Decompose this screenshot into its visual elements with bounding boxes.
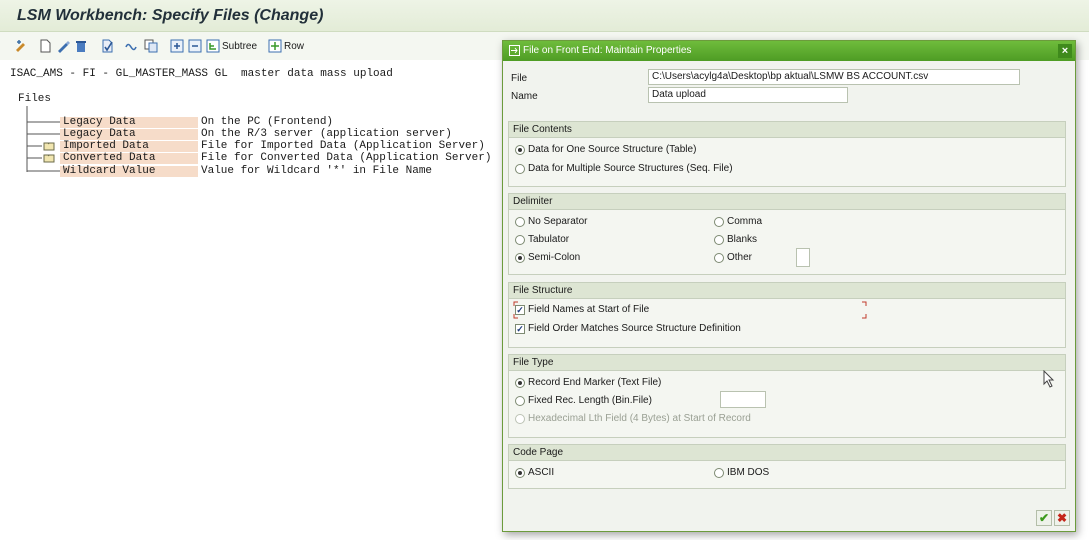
copy-icon[interactable]: [144, 38, 158, 54]
radio-label: Hexadecimal Lth Field (4 Bytes) at Start…: [528, 413, 751, 424]
mouse-pointer-icon: [1043, 370, 1055, 388]
link-icon[interactable]: [124, 38, 138, 54]
radio-other[interactable]: Other: [714, 252, 752, 263]
radio-ibm-dos[interactable]: IBM DOS: [714, 467, 769, 478]
window-titlebar: LSM Workbench: Specify Files (Change): [0, 0, 1089, 32]
dialog-header: File on Front End: Maintain Properties ×: [503, 41, 1075, 61]
other-delimiter-input[interactable]: [796, 248, 810, 267]
radio-empty-icon: [515, 234, 525, 245]
file-type-group: File Type Record End Marker (Text File) …: [508, 354, 1066, 438]
dialog-title: File on Front End: Maintain Properties: [523, 45, 692, 56]
tree-node-description: File for Imported Data (Application Serv…: [201, 140, 485, 152]
radio-selected-icon: [515, 467, 525, 478]
radio-one-source-structure[interactable]: Data for One Source Structure (Table): [515, 144, 696, 155]
files-root-label[interactable]: Files: [18, 93, 51, 105]
file-label: File: [511, 73, 528, 84]
collapse-icon[interactable]: [188, 38, 202, 54]
radio-label: Other: [727, 252, 753, 263]
radio-label: ASCII: [528, 467, 555, 478]
radio-label: Fixed Rec. Length (Bin.File): [528, 395, 652, 406]
confirm-button[interactable]: ✔: [1036, 510, 1052, 526]
tree-node-description: Value for Wildcard '*' in File Name: [201, 165, 433, 177]
project-line: ISAC_AMS - FI - GL_MASTER_MASS GL master…: [10, 68, 393, 80]
radio-label: Tabulator: [528, 234, 570, 245]
file-contents-group: File Contents Data for One Source Struct…: [508, 121, 1066, 187]
checkbox-field-order-matches[interactable]: ✓ Field Order Matches Source Structure D…: [515, 323, 741, 334]
radio-empty-icon: [515, 163, 525, 174]
delimiter-group: Delimiter No Separator Tabulator Semi-Co…: [508, 193, 1066, 275]
window-icon: [509, 45, 520, 56]
radio-selected-icon: [515, 252, 525, 263]
tree-node-label[interactable]: Converted Data: [60, 153, 198, 164]
subtree-icon: [206, 39, 220, 53]
name-field[interactable]: Data upload: [648, 87, 848, 103]
tree-node-description: File for Converted Data (Application Ser…: [201, 152, 492, 164]
subtree-label: Subtree: [222, 40, 258, 52]
tree-node-label[interactable]: Legacy Data: [60, 117, 198, 128]
radio-empty-icon: [714, 216, 724, 227]
radio-empty-icon: [714, 234, 724, 245]
file-properties-dialog: File on Front End: Maintain Properties ×…: [502, 40, 1076, 532]
radio-disabled-icon: [515, 413, 525, 424]
radio-label: Blanks: [727, 234, 758, 245]
delimiter-header: Delimiter: [509, 194, 1065, 210]
radio-label: Data for Multiple Source Structures (Seq…: [528, 163, 733, 174]
delete-icon[interactable]: [74, 38, 88, 54]
file-type-header: File Type: [509, 355, 1065, 371]
tree-node-description: On the R/3 server (application server): [201, 128, 452, 140]
name-label: Name: [511, 91, 538, 102]
display-change-icon[interactable]: [14, 38, 28, 54]
radio-selected-icon: [515, 144, 525, 155]
radio-label: Record End Marker (Text File): [528, 377, 662, 388]
code-page-header: Code Page: [509, 445, 1065, 461]
radio-semi-colon[interactable]: Semi-Colon: [515, 252, 580, 263]
file-path-field[interactable]: C:\Users\acylg4a\Desktop\bp aktual\LSMW …: [648, 69, 1020, 85]
tree-node-description: On the PC (Frontend): [201, 116, 334, 128]
radio-record-end-marker[interactable]: Record End Marker (Text File): [515, 377, 661, 388]
row-button[interactable]: Row: [268, 38, 304, 54]
window-title: LSM Workbench: Specify Files (Change): [17, 7, 324, 24]
radio-label: Comma: [727, 216, 763, 227]
record-length-input[interactable]: [720, 391, 766, 408]
row-label: Row: [284, 40, 305, 52]
close-icon[interactable]: ×: [1058, 44, 1072, 58]
cancel-button[interactable]: ✖: [1054, 510, 1070, 526]
tree-node-label[interactable]: Imported Data: [60, 141, 198, 152]
edit-icon[interactable]: [56, 38, 70, 54]
checkbox-label: Field Order Matches Source Structure Def…: [528, 323, 741, 334]
folder-icon: [42, 141, 56, 152]
radio-tabulator[interactable]: Tabulator: [515, 234, 569, 245]
radio-label: Semi-Colon: [528, 252, 581, 263]
radio-selected-icon: [515, 377, 525, 388]
new-icon[interactable]: [38, 38, 52, 54]
radio-fixed-record-length[interactable]: Fixed Rec. Length (Bin.File): [515, 395, 652, 406]
radio-label: No Separator: [528, 216, 588, 227]
radio-blanks[interactable]: Blanks: [714, 234, 757, 245]
radio-multiple-source-structures[interactable]: Data for Multiple Source Structures (Seq…: [515, 163, 733, 174]
tree-node-label[interactable]: Wildcard Value: [60, 166, 198, 177]
row-icon: [268, 39, 282, 53]
expand-icon[interactable]: [170, 38, 184, 54]
code-page-group: Code Page ASCII IBM DOS: [508, 444, 1066, 489]
radio-empty-icon: [714, 467, 724, 478]
folder-icon: [42, 153, 56, 164]
focus-frame: [513, 301, 867, 319]
file-contents-header: File Contents: [509, 122, 1065, 138]
radio-empty-icon: [515, 395, 525, 406]
radio-label: Data for One Source Structure (Table): [528, 144, 697, 155]
checkbox-checked-icon: ✓: [515, 323, 525, 334]
file-structure-group: File Structure ✓ Field Names at Start of…: [508, 282, 1066, 348]
radio-comma[interactable]: Comma: [714, 216, 762, 227]
check-icon[interactable]: [100, 38, 114, 54]
radio-empty-icon: [714, 252, 724, 263]
file-structure-header: File Structure: [509, 283, 1065, 299]
tree-node-label[interactable]: Legacy Data: [60, 129, 198, 140]
radio-no-separator[interactable]: No Separator: [515, 216, 587, 227]
radio-empty-icon: [515, 216, 525, 227]
radio-label: IBM DOS: [727, 467, 770, 478]
subtree-button[interactable]: Subtree: [206, 38, 257, 54]
radio-hex-length-field: Hexadecimal Lth Field (4 Bytes) at Start…: [515, 413, 751, 424]
radio-ascii[interactable]: ASCII: [515, 467, 554, 478]
